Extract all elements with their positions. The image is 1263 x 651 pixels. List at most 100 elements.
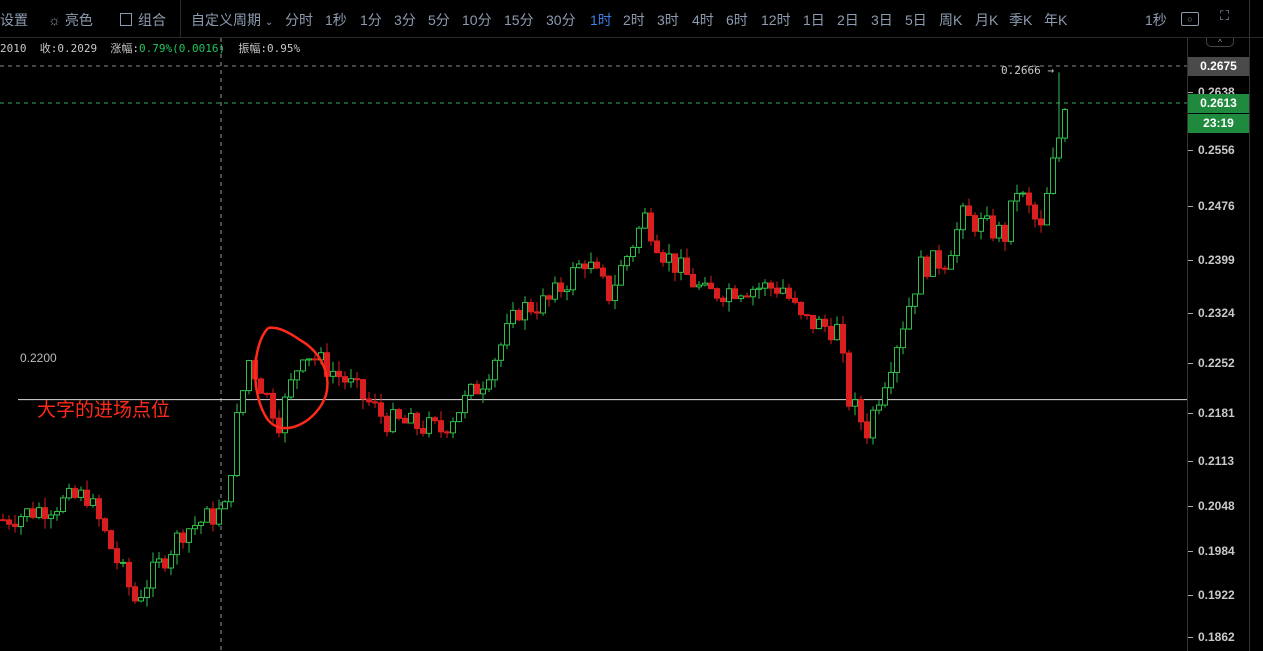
candle-body: [108, 530, 114, 550]
candle-body: [1056, 137, 1062, 159]
axis-label: 0.2252: [1198, 356, 1235, 371]
candle-body: [186, 528, 192, 543]
candle-body: [222, 501, 228, 510]
candle: [876, 400, 882, 415]
candle: [762, 279, 768, 297]
price-axis[interactable]: ^ 0.2638 0.2556 0.2476 0.2399 0.2324 0.2252 0.…: [1187, 38, 1250, 651]
candle-body: [648, 212, 654, 242]
candle-body: [192, 524, 198, 530]
candle: [54, 507, 60, 521]
candle: [504, 313, 510, 350]
candle: [912, 293, 918, 315]
candle-body: [510, 309, 516, 325]
last-price-badge: 0.2613: [1188, 94, 1249, 113]
candle: [630, 244, 636, 263]
candle: [492, 357, 498, 388]
candle: [618, 259, 624, 286]
candle-body: [300, 359, 306, 372]
candle-body: [900, 328, 906, 349]
candle: [300, 359, 306, 373]
candle: [546, 294, 552, 307]
candle-body: [678, 257, 684, 273]
axis-tick: [1188, 460, 1193, 462]
candle-body: [744, 295, 750, 298]
candle: [1002, 222, 1008, 252]
candle: [228, 475, 234, 508]
candlestick-chart[interactable]: 0.2200 大字的进场点位 0.2666 →: [0, 0, 1187, 651]
candle: [240, 390, 246, 416]
candle-body: [516, 309, 522, 321]
axis-label: 0.2324: [1198, 305, 1235, 320]
candle: [798, 301, 804, 320]
axis-tick: [1188, 149, 1193, 151]
candle: [576, 259, 582, 269]
collapse-chevron-icon[interactable]: ^: [1206, 38, 1234, 47]
candle-body: [534, 311, 540, 314]
candle: [990, 208, 996, 242]
candle-body: [120, 561, 126, 564]
candle-body: [270, 392, 276, 419]
candle: [198, 520, 204, 534]
candle-body: [426, 417, 432, 434]
candle: [102, 517, 108, 533]
candle: [732, 285, 738, 300]
candle: [294, 370, 300, 390]
candle-body: [30, 508, 36, 518]
candle: [438, 411, 444, 438]
candle-body: [696, 284, 702, 288]
candle: [570, 262, 576, 296]
candle: [168, 550, 174, 576]
candle: [1056, 72, 1062, 162]
candle: [474, 380, 480, 395]
candle: [1038, 210, 1044, 233]
candle: [540, 288, 546, 316]
side-panel-edge: [1249, 0, 1263, 651]
candle: [486, 374, 492, 393]
candle: [840, 316, 846, 363]
candle: [426, 411, 432, 438]
candle: [1014, 184, 1020, 212]
candle-body: [828, 325, 834, 341]
candle: [150, 552, 156, 598]
axis-tick: [1188, 312, 1193, 314]
candle: [522, 296, 528, 331]
axis-tick: [1188, 594, 1193, 596]
candle-body: [1038, 218, 1044, 226]
axis-label: 0.2556: [1198, 142, 1235, 157]
candle-body: [60, 497, 66, 513]
candle-body: [384, 415, 390, 433]
candle-body: [816, 318, 822, 330]
fullscreen-icon[interactable]: ⛶: [1220, 8, 1229, 24]
candle-body: [1008, 200, 1014, 242]
candle-body: [72, 487, 78, 498]
candle: [852, 392, 858, 416]
candle: [558, 277, 564, 298]
candle-body: [126, 561, 132, 588]
candle-body: [1026, 192, 1032, 206]
candle: [864, 413, 870, 444]
candle-body: [810, 314, 816, 330]
candle: [1044, 187, 1050, 226]
candle-body: [606, 275, 612, 302]
candle: [498, 342, 504, 367]
candle: [330, 361, 336, 384]
candle: [648, 207, 654, 246]
candle-body: [330, 370, 336, 377]
candle: [978, 212, 984, 240]
candle-body: [132, 586, 138, 602]
candle: [714, 287, 720, 302]
candle-body: [48, 514, 54, 519]
candle: [192, 516, 198, 535]
candle-body: [336, 370, 342, 378]
axis-label: 0.1984: [1198, 544, 1235, 559]
axis-label: 0.2181: [1198, 405, 1235, 420]
candle-body: [444, 431, 450, 434]
candle-body: [414, 412, 420, 429]
candle-body: [402, 417, 408, 424]
axis-tick: [1188, 259, 1193, 261]
candle-body: [972, 215, 978, 232]
candle-body: [210, 508, 216, 525]
candle: [42, 497, 48, 529]
candle: [1026, 187, 1032, 214]
candle: [882, 382, 888, 408]
